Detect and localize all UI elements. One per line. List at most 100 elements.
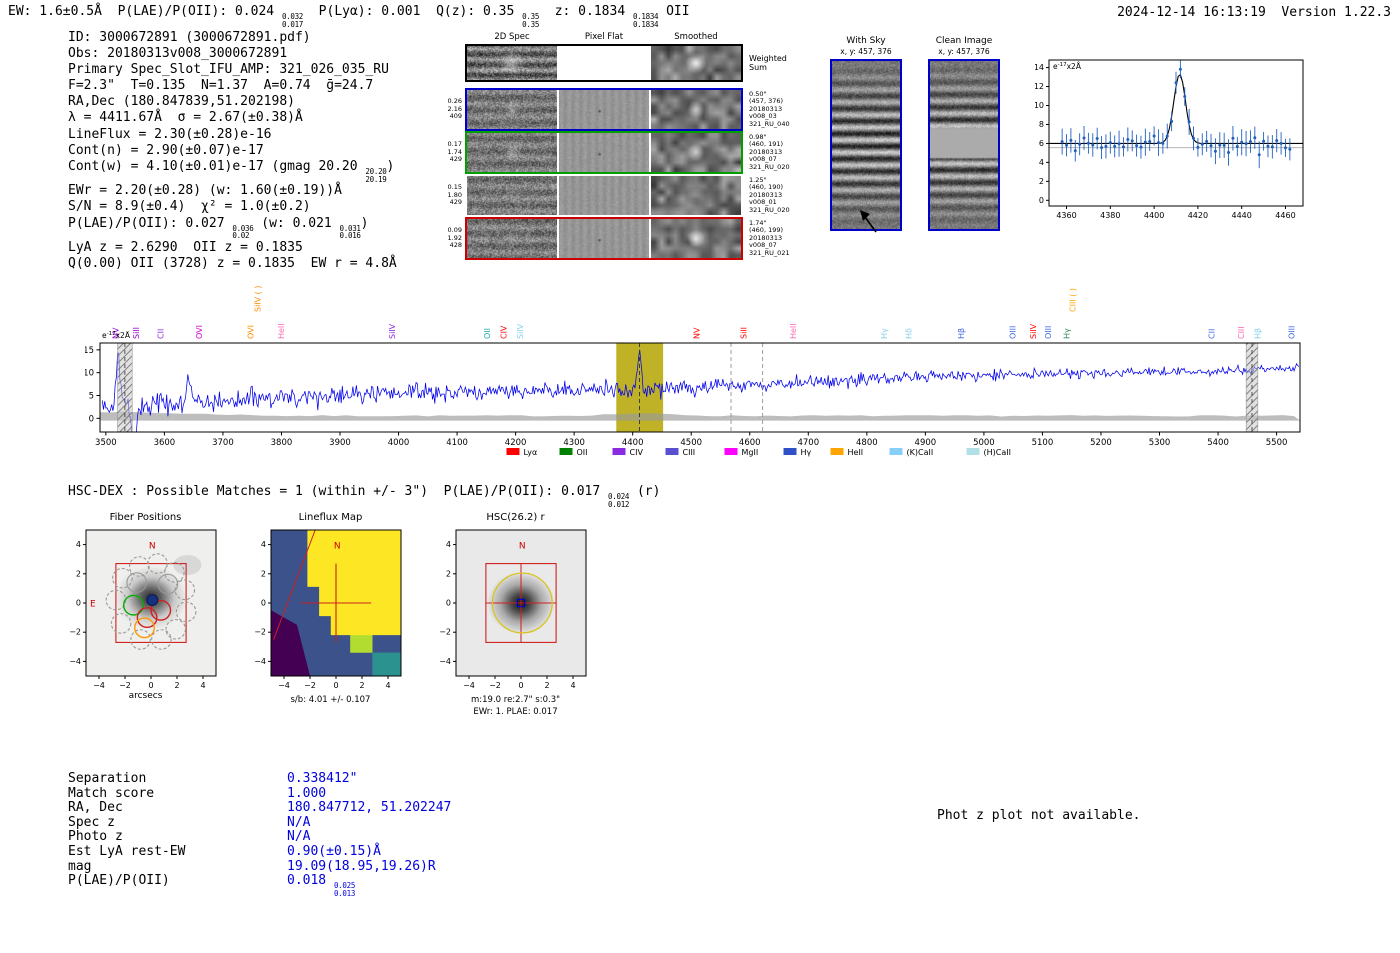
cutout-image-r0c2: [651, 46, 741, 80]
match-value-2-t0: 180.847712, 51.202247: [287, 800, 452, 816]
hsc-cutout-plot: N −4 −4 −2 −2 0 0 2 2 4 4: [439, 529, 587, 690]
match-value-0-t0: 0.338412": [287, 771, 358, 786]
info-line-11-t0: P(LAE)/P(OII): 0.027: [68, 215, 233, 231]
match-row-5: Est LyA rest-EW 0.90(±0.15)Å: [68, 844, 451, 860]
lineflux-map-title: Lineflux Map: [298, 512, 363, 523]
info-line-10-t0: S/N = 8.9(±0.4) χ² = 1.0(±0.2): [68, 199, 311, 215]
svg-text:4800: 4800: [856, 438, 878, 448]
info-line-4-t0: RA,Dec (180.847839,51.202198): [68, 94, 295, 110]
clean-image: [928, 59, 1000, 231]
svg-text:4000: 4000: [388, 438, 410, 448]
svg-text:3500: 3500: [95, 438, 117, 448]
info-line-3: F=2.3" T=0.135 N=1.37 A=0.74 ḡ=24.7: [68, 78, 397, 94]
timestamp-version: 2024-12-14 16:13:19 Version 1.22.3: [1117, 5, 1391, 20]
info-line-0-t0: ID: 3000672891 (3000672891.pdf): [68, 30, 311, 45]
svg-text:NV: NV: [693, 327, 702, 339]
col-title-2dspec: 2D Spec: [494, 32, 530, 42]
svg-text:Hγ: Hγ: [880, 328, 889, 339]
svg-text:N: N: [519, 541, 526, 551]
cutout-image-r3c1: [559, 176, 649, 215]
match-label-2: RA, Dec: [68, 800, 123, 816]
detection-arrow-icon: [860, 210, 877, 233]
cutout-image-r0c1: [559, 46, 649, 80]
clean-image-panel: Clean Image x, y: 457, 376: [928, 36, 1000, 231]
match-label-7: P(LAE)/P(OII): [68, 873, 170, 889]
svg-text:Hγ: Hγ: [1063, 328, 1072, 339]
cutout-right-meta-4: 1.74" (460, 199) 20180313 v008_07 321_RU_021: [749, 218, 790, 257]
match-row-6: mag 19.09(18.95,19.26)R: [68, 858, 451, 875]
hsc-match-line-t2: (r): [629, 484, 661, 499]
svg-text:2: 2: [261, 569, 266, 578]
svg-text:2: 2: [446, 569, 451, 578]
svg-text:SiIV: SiIV: [1029, 323, 1038, 339]
with-sky-title: With Sky: [846, 36, 886, 46]
cutout-left-meta-3: 0.15 1.80 429: [447, 183, 462, 207]
col-title-smoothed: Smoothed: [674, 32, 718, 42]
match-row-0: Separation 0.338412": [68, 771, 451, 787]
svg-text:4: 4: [200, 681, 205, 690]
cutout-image-r1c0: [467, 90, 557, 129]
svg-text:(H)CaII: (H)CaII: [984, 448, 1011, 457]
info-line-11-hilo3: 0.031 0.016: [339, 223, 361, 241]
info-line-1: Obs: 20180313v008_3000672891: [68, 46, 397, 62]
svg-text:CIV: CIV: [630, 448, 644, 457]
svg-text:CIII: CIII: [1237, 326, 1246, 339]
info-line-4: RA,Dec (180.847839,51.202198): [68, 94, 397, 110]
info-line-8-t0: Cont(w) = 4.10(±0.01)e-17 (gmag 20.20: [68, 158, 366, 174]
svg-text:5300: 5300: [1149, 438, 1171, 448]
svg-text:4: 4: [446, 540, 451, 549]
svg-text:3800: 3800: [271, 438, 293, 448]
cutout-left-meta-4: 0.09 1.92 428: [447, 226, 462, 250]
cutout-row-4: [465, 217, 743, 260]
svg-text:0: 0: [446, 599, 451, 608]
info-line-6-t0: LineFlux = 2.30(±0.28)e-16: [68, 126, 272, 142]
fiber-positions-title: Fiber Positions: [109, 512, 182, 523]
svg-text:−4: −4: [93, 681, 105, 690]
cutout-image-r4c0: [467, 219, 557, 258]
svg-text:4400: 4400: [1144, 211, 1164, 220]
svg-text:4440: 4440: [1232, 211, 1252, 220]
svg-text:−4: −4: [278, 681, 290, 690]
svg-text:5000: 5000: [973, 438, 995, 448]
hsc-caption-2: EWr: 1. PLAE: 0.017: [473, 707, 558, 717]
lineflux-caption: s/b: 4.01 +/- 0.107: [290, 695, 371, 705]
info-line-3-t0: F=2.3" T=0.135 N=1.37 A=0.74 ḡ=24.7: [68, 78, 374, 94]
svg-text:Hβ: Hβ: [957, 328, 966, 339]
summary-header: EW: 1.6±0.5Å P(LAE)/P(OII): 0.024 0.032 0…: [8, 4, 690, 29]
match-value-4-t0: N/A: [287, 829, 311, 845]
match-value-3: N/A: [287, 815, 310, 831]
cutout-right-meta-0: Weighted Sum: [749, 53, 787, 73]
svg-text:CIV: CIV: [499, 325, 508, 339]
info-line-6: LineFlux = 2.30(±0.28)e-16: [68, 127, 397, 143]
svg-text:e-17x2Å: e-17x2Å: [1053, 62, 1082, 71]
svg-text:Lyα: Lyα: [524, 448, 538, 457]
col-title-pixelflat: Pixel Flat: [584, 32, 624, 42]
svg-text:3700: 3700: [212, 438, 234, 448]
svg-text:−2: −2: [489, 681, 501, 690]
svg-text:CIII ( ): CIII ( ): [1068, 288, 1077, 312]
svg-text:−4: −4: [69, 657, 81, 666]
detection-info-block: ID: 3000672891 (3000672891.pdf) Obs: 2018…: [68, 30, 397, 272]
svg-text:Hγ: Hγ: [801, 448, 812, 457]
full-spectrum-chart: 3500 3600 3700 3800 3900 4000 4100 4200 4300 4400…: [85, 286, 1301, 457]
svg-text:N: N: [149, 541, 156, 551]
svg-text:4300: 4300: [563, 438, 585, 448]
svg-text:OIII: OIII: [1009, 326, 1018, 339]
clean-image-title: Clean Image: [935, 36, 993, 46]
cutout-image-r4c1: [559, 219, 649, 258]
summary-header-hilo3: 0.35 0.35: [522, 12, 540, 29]
cutout-image-r1c1: [559, 90, 649, 129]
svg-text:12: 12: [1035, 82, 1044, 91]
cutout-image-r2c1: [559, 133, 649, 172]
match-row-7: P(LAE)/P(OII) 0.018 0.025 0.013: [68, 873, 451, 898]
svg-text:HeII: HeII: [789, 323, 798, 339]
match-label-6: mag: [68, 858, 92, 874]
svg-text:CII: CII: [1208, 329, 1217, 339]
cutout-image-r3c0: [467, 176, 557, 215]
svg-text:8: 8: [1039, 120, 1044, 129]
summary-header-hilo1: 0.032 0.017: [281, 12, 304, 29]
svg-text:4: 4: [385, 681, 390, 690]
cutout-right-meta-1: 0.50" (457, 376) 20180313 v008_03 321_RU_040: [749, 89, 790, 128]
fiber-positions-plot: N E −4 −4 −2 −2 0 0 2 2 4 4: [69, 529, 217, 690]
svg-text:−4: −4: [439, 657, 451, 666]
